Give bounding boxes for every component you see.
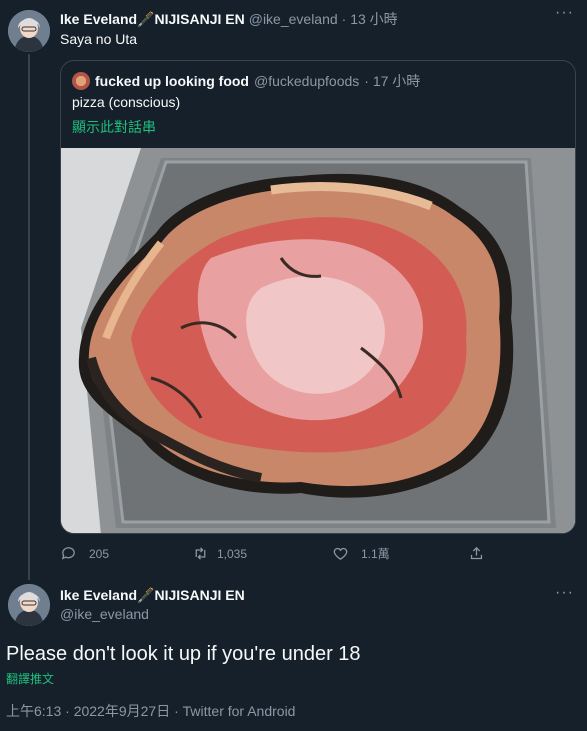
quoted-text: pizza (conscious) bbox=[72, 94, 181, 110]
quoted-tweet[interactable]: fucked up looking food @fuckedupfoods · … bbox=[60, 60, 576, 534]
show-thread-link[interactable]: 顯示此對話串 bbox=[72, 117, 156, 137]
like-count: 1.1萬 bbox=[361, 547, 390, 561]
quoted-display-name[interactable]: fucked up looking food bbox=[95, 73, 249, 89]
quoted-avatar[interactable] bbox=[72, 72, 90, 90]
reply-text: Please don't look it up if you're under … bbox=[6, 643, 361, 665]
reply-handle[interactable]: @ike_eveland bbox=[60, 606, 149, 622]
retweet-icon bbox=[195, 547, 206, 560]
retweet-button[interactable]: 1,035 bbox=[192, 545, 247, 562]
reply-meta[interactable]: 上午6:13 · 2022年9月27日 · Twitter for Androi… bbox=[6, 701, 295, 721]
retweet-count: 1,035 bbox=[217, 546, 248, 561]
reply-count: 205 bbox=[89, 546, 110, 561]
reply-button[interactable]: 205 bbox=[60, 545, 109, 562]
reply-avatar[interactable] bbox=[8, 584, 50, 626]
like-button[interactable]: 1.1萬 bbox=[332, 545, 390, 562]
tweet-text: Saya no Uta bbox=[60, 31, 138, 47]
handle[interactable]: @ike_eveland bbox=[249, 11, 338, 27]
reply-icon bbox=[61, 547, 75, 560]
quoted-header: fucked up looking food @fuckedupfoods · … bbox=[72, 71, 420, 91]
thread-line bbox=[28, 54, 30, 580]
quoted-handle[interactable]: @fuckedupfoods bbox=[254, 73, 359, 89]
share-button[interactable] bbox=[468, 545, 485, 562]
share-icon bbox=[470, 546, 483, 560]
quoted-image[interactable] bbox=[61, 148, 575, 533]
timestamp[interactable]: · 13 小時 bbox=[342, 9, 398, 29]
tweet-header: Ike Eveland🖋️NIJISANJI EN @ike_eveland ·… bbox=[60, 9, 398, 29]
reply-display-name[interactable]: Ike Eveland🖋️NIJISANJI EN bbox=[60, 587, 245, 604]
avatar[interactable] bbox=[8, 10, 50, 52]
more-icon[interactable]: ··· bbox=[555, 4, 574, 22]
translate-link[interactable]: 翻譯推文 bbox=[6, 670, 54, 687]
like-icon bbox=[333, 547, 348, 560]
more-icon[interactable]: ··· bbox=[555, 584, 574, 602]
display-name[interactable]: Ike Eveland🖋️NIJISANJI EN bbox=[60, 11, 245, 28]
quoted-timestamp[interactable]: · 17 小時 bbox=[364, 71, 420, 91]
